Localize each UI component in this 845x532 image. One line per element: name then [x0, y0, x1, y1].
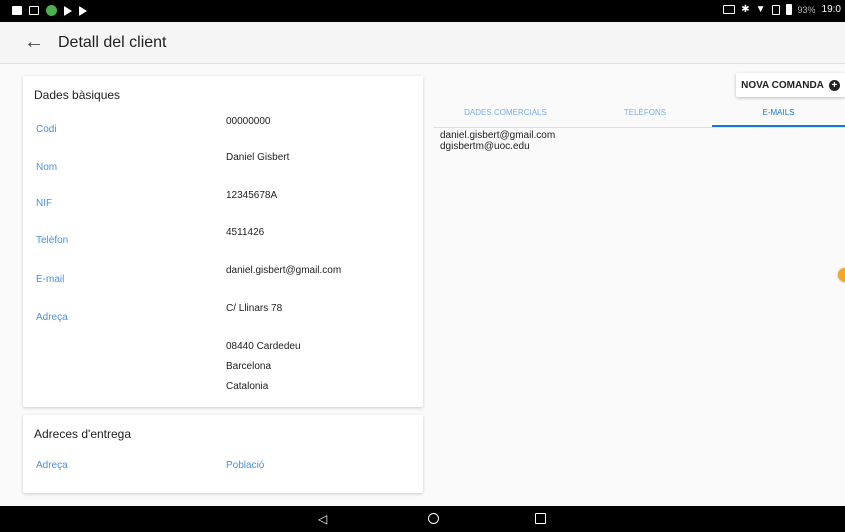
status-right-icons: ✱ ▼ 93% 19:0: [723, 4, 841, 15]
region-value: Catalonia: [226, 381, 269, 392]
province-value: Barcelona: [226, 361, 272, 372]
email-value: daniel.gisbert@gmail.com: [226, 265, 342, 276]
new-order-label: NOVA COMANDA: [741, 79, 824, 91]
app-bar: ← Detall del client: [0, 22, 845, 64]
video-icon: [12, 6, 22, 15]
basic-data-card: Dades bàsiques Codi 00000000 Nom Daniel …: [23, 76, 423, 407]
nom-value: Daniel Gisbert: [226, 152, 290, 163]
recents-square-icon[interactable]: [535, 513, 546, 524]
home-circle-icon[interactable]: [428, 513, 439, 524]
email-list-item: dgisbertm@uoc.edu: [440, 141, 530, 152]
wifi-icon: ▼: [755, 4, 766, 15]
bluetooth-icon: ✱: [741, 4, 750, 15]
delivery-adreca-header: Adreça: [36, 460, 68, 471]
page-title: Detall del client: [58, 34, 167, 51]
status-left-icons: [12, 5, 87, 16]
back-triangle-icon[interactable]: ◁: [318, 512, 327, 526]
sim-icon: [771, 4, 780, 15]
codi-value: 00000000: [226, 116, 271, 127]
postal-city-value: 08440 Cardedeu: [226, 341, 301, 352]
adreca-value: C/ Llinars 78: [226, 303, 283, 314]
clock: 19:0: [821, 4, 841, 15]
nif-label: NIF: [36, 198, 53, 209]
telefon-value: 4511426: [226, 227, 265, 238]
delivery-addresses-card: Adreces d'entrega Adreça Població: [23, 415, 423, 493]
telefon-label: Telèfon: [36, 235, 69, 246]
battery-icon: [785, 4, 792, 15]
email-label: E-mail: [36, 274, 65, 285]
add-circle-icon: +: [828, 79, 840, 91]
play-icon: [64, 5, 72, 16]
floating-bubble[interactable]: [838, 268, 845, 282]
client-tabs: DADES COMERCIALS TELÈFONS E-MAILS: [433, 100, 845, 128]
nif-value: 12345678A: [226, 190, 278, 201]
tab-indicator: [712, 125, 845, 127]
tab-telefons[interactable]: TELÈFONS: [578, 108, 712, 117]
nom-label: Nom: [36, 162, 58, 173]
basic-data-title: Dades bàsiques: [34, 88, 121, 102]
cast-icon: [723, 5, 736, 14]
navigation-bar: ◁: [0, 506, 845, 532]
arrow-left-icon[interactable]: ←: [24, 31, 44, 54]
delivery-title: Adreces d'entrega: [34, 427, 132, 441]
tab-dades-comercials[interactable]: DADES COMERCIALS: [433, 108, 578, 117]
screen-icon: [29, 6, 39, 15]
email-list-item: daniel.gisbert@gmail.com: [440, 130, 556, 141]
tab-emails[interactable]: E-MAILS: [712, 108, 845, 117]
battery-percent: 93%: [797, 4, 816, 15]
app-icon: [46, 5, 57, 16]
codi-label: Codi: [36, 124, 57, 135]
play-outline-icon: [79, 5, 87, 16]
delivery-poblacio-header: Població: [226, 460, 265, 471]
status-bar: ✱ ▼ 93% 19:0: [0, 0, 845, 22]
new-order-button[interactable]: NOVA COMANDA +: [736, 73, 845, 97]
adreca-label: Adreça: [36, 312, 68, 323]
